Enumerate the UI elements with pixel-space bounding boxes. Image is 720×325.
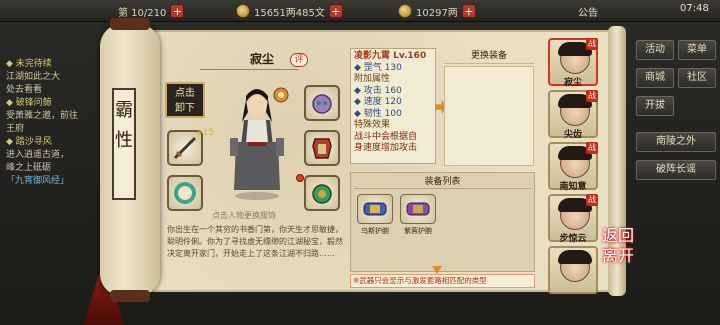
menu-button[interactable]: 菜单 — [678, 40, 716, 60]
portrait-hair — [558, 250, 592, 264]
right-menu: 活动 菜单 商城 社区 开拔 南陵之外 破阵长谣 — [636, 40, 720, 180]
stat-speed: ◆ 速度 120 — [354, 97, 402, 107]
shop-button[interactable]: 商城 — [636, 68, 674, 88]
pendant-icon — [312, 184, 332, 204]
quest-line: 江湖如此之大 — [6, 72, 61, 82]
unload-label-1: 点击 — [175, 88, 195, 99]
silver-display: 15651两485文 + — [236, 3, 343, 19]
head-slot[interactable] — [304, 85, 340, 121]
bracer-icon — [406, 202, 430, 216]
battle-tag: 战 — [586, 142, 598, 154]
quest-line: 处去看看 — [6, 85, 43, 95]
character-name: 寂尘 — [249, 52, 274, 66]
character-roster: 寂尘战尖齿战南知意战步惊云战 — [548, 38, 604, 298]
level-text: 第 10/210 — [118, 7, 167, 19]
quest-line: ◆ 未完待续 — [6, 59, 52, 69]
gold-text: 10297两 — [416, 7, 458, 19]
roster-card[interactable] — [548, 246, 598, 294]
ring-slot[interactable] — [167, 175, 203, 211]
headgear-icon — [312, 94, 332, 114]
quest-line: ◆ 踏沙寻风 — [6, 137, 52, 147]
clock: 07:48 — [680, 3, 709, 14]
armor-slot[interactable] — [304, 130, 340, 166]
quest-tracker[interactable]: ◆ 未完待续 江湖如此之大 处去看看 ◆ 破锋问鲸受萧雅之邀，前往 王府 ◆ 踏沙寻风进入… — [0, 58, 110, 228]
roster-card[interactable]: 寂尘 战 — [548, 38, 598, 88]
quest-side-button-1[interactable]: 南陵之外 — [636, 132, 716, 152]
change-outfit-hint: 点击人物更换服饰 — [212, 211, 276, 220]
quest-line: 受萧雅之邀，前往 — [6, 111, 79, 121]
scroll-cap-bottom — [110, 290, 150, 302]
equipment-item-2[interactable] — [400, 194, 436, 224]
announcement-button[interactable]: 公告 — [578, 4, 598, 19]
roster-card[interactable]: 尖齿 战 — [548, 90, 598, 140]
gold-ingot-icon — [398, 4, 412, 18]
armor-icon — [312, 138, 332, 159]
roster-card-name: 尖齿 — [563, 130, 582, 140]
special-effect-line-1: 战斗中会根据自 — [354, 131, 418, 142]
jade-ring-icon — [174, 182, 196, 204]
silver-text: 15651两485文 — [254, 7, 325, 19]
level-display: 第 10/210 + — [118, 3, 185, 19]
special-effect-heading: 特殊效果 — [354, 120, 391, 130]
upgrade-badge: +15 — [195, 128, 214, 138]
top-bar — [0, 0, 720, 22]
return-button[interactable]: 返回离开 — [600, 226, 636, 302]
character-trait-label: 霸性 — [112, 88, 136, 200]
equipment-list-title: 装备列表 — [424, 177, 461, 187]
roster-card[interactable]: 南知意 战 — [548, 142, 598, 192]
character-description: 你出生在一个其穷的书香门第，你天生才思敏捷，聪明伶俐。你为了寻找虚无缥缈的江湖秘… — [167, 225, 343, 258]
equipment-item-1-name: 乌斯护腕 — [361, 227, 389, 235]
quest-line: 王府 — [6, 124, 25, 134]
roster-card-name: 寂尘 — [563, 78, 582, 88]
quest-line: ◆ 破锋问鲸 — [6, 98, 52, 108]
rate-button[interactable]: 评 — [290, 53, 308, 67]
depart-button[interactable]: 开拔 — [636, 96, 674, 116]
unload-equipment-button[interactable]: 点击 卸下 — [165, 82, 205, 118]
notification-dot — [296, 174, 304, 182]
add-gold-button[interactable]: + — [461, 4, 476, 18]
equipment-item-1[interactable] — [357, 194, 393, 224]
item-detail-card: 凌影九霄 Lv.160 ◆ 罡气 130 附加属性 ◆ 攻击 160 ◆ 速度 … — [350, 48, 436, 164]
item-title: 凌影九霄 Lv.160 — [354, 51, 427, 61]
battle-tag: 战 — [586, 90, 598, 102]
stat-attack: ◆ 攻击 160 — [354, 85, 402, 96]
weapon-filter-note: ※武器只会显示与激发套路相匹配的类型 — [350, 274, 535, 288]
extra-attr-heading: 附加属性 — [354, 74, 391, 84]
community-button[interactable]: 社区 — [678, 68, 716, 88]
roster-card-name: 南知意 — [559, 182, 587, 192]
roster-card[interactable]: 步惊云 战 — [548, 194, 598, 244]
quest-line: 峰之上砥砺 — [6, 163, 52, 173]
character-figure[interactable] — [222, 82, 292, 202]
bracer-icon — [363, 202, 387, 216]
add-silver-button[interactable]: + — [328, 4, 343, 18]
stat-toughness: ◆ 韧性 100 — [354, 108, 402, 119]
replace-equipment-panel — [444, 66, 534, 166]
battle-tag: 战 — [586, 194, 598, 206]
battle-tag: 战 — [586, 38, 598, 50]
gold-display: 10297两 + — [398, 3, 476, 19]
quest-line: 「九宵御风经」 — [6, 176, 70, 186]
accessory-slot[interactable] — [304, 175, 340, 211]
replace-equipment-heading: 更换装备 — [444, 48, 534, 64]
unload-label-2: 卸下 — [175, 103, 195, 114]
divider — [354, 188, 531, 189]
add-level-button[interactable]: + — [170, 4, 185, 18]
silver-coin-icon — [236, 4, 250, 18]
equipment-item-2-name: 紫蓉护腕 — [404, 227, 432, 235]
quest-side-button-2[interactable]: 破阵长谣 — [636, 160, 716, 180]
quest-line: 进入逍遥古道， — [6, 150, 70, 160]
item-base-stat: ◆ 罡气 130 — [354, 62, 402, 73]
roster-card-name: 步惊云 — [559, 234, 587, 244]
activity-button[interactable]: 活动 — [636, 40, 674, 60]
scroll-cap-top — [110, 18, 150, 30]
special-effect-line-2: 身速度增加攻击 — [354, 143, 418, 153]
